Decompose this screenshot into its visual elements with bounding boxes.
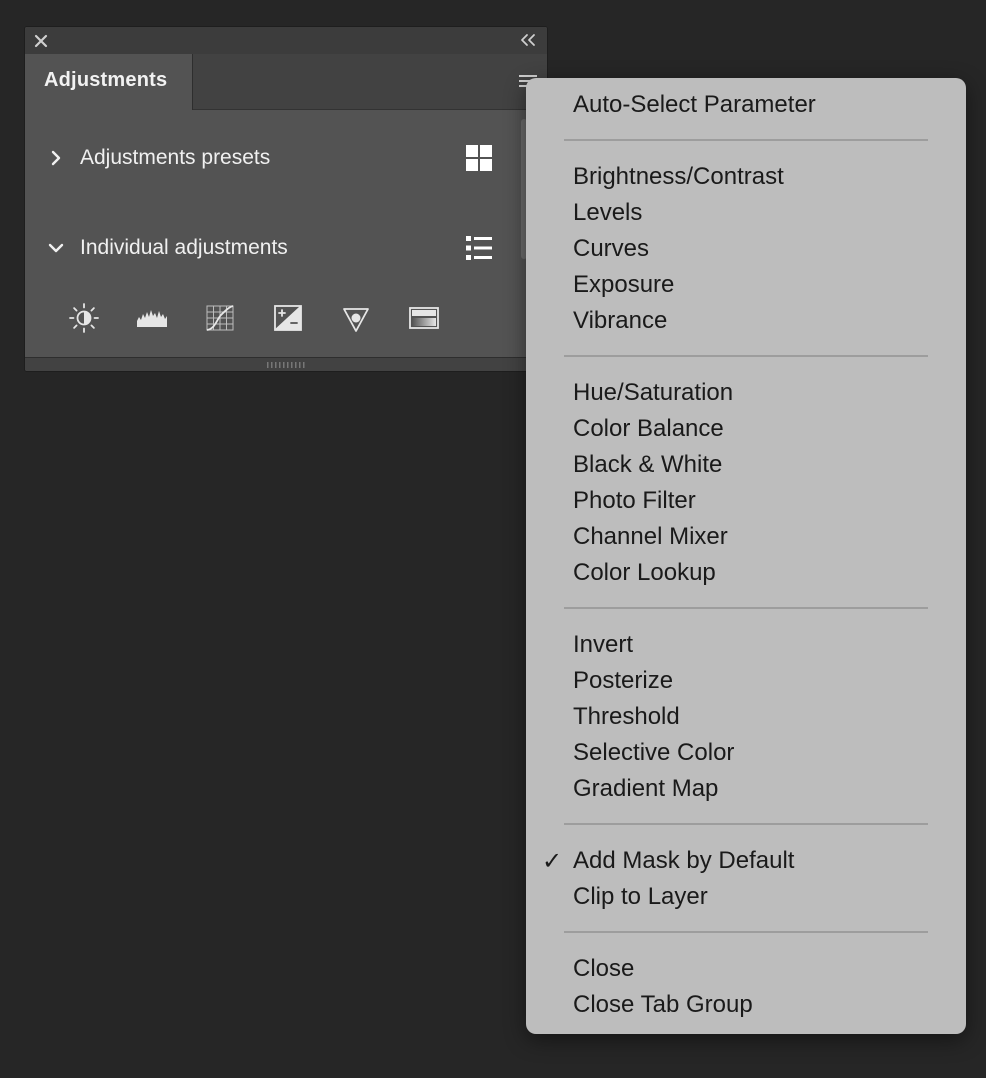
panel-resize-bar[interactable] [25,357,547,371]
menu-item-auto-select-parameter[interactable]: Auto-Select Parameter [573,87,816,123]
adjustment-icon-row [65,301,445,335]
menu-item-hue-saturation[interactable]: Hue/Saturation [573,375,733,411]
menu-item-curves[interactable]: Curves [573,231,649,267]
section-label: Adjustments presets [80,146,271,169]
section-individual-adjustments[interactable]: Individual adjustments [25,229,547,269]
menu-separator [564,355,928,357]
menu-separator [564,139,928,141]
vibrance-icon[interactable] [339,301,373,335]
menu-item-vibrance[interactable]: Vibrance [573,303,667,339]
list-view-icon[interactable] [465,234,493,262]
hue-saturation-icon[interactable] [407,301,441,335]
levels-icon[interactable] [135,301,169,335]
menu-item-gradient-map[interactable]: Gradient Map [573,771,718,807]
adjustments-panel: Adjustments Adjustments presets Individu… [24,26,548,372]
chevron-right-icon[interactable] [47,149,65,167]
menu-item-color-lookup[interactable]: Color Lookup [573,555,716,591]
menu-item-add-mask-by-default[interactable]: Add Mask by Default [573,843,794,879]
section-label: Individual adjustments [80,236,288,259]
menu-item-selective-color[interactable]: Selective Color [573,735,734,771]
menu-item-photo-filter[interactable]: Photo Filter [573,483,696,519]
checkmark-icon: ✓ [542,847,563,875]
menu-separator [564,931,928,933]
exposure-icon[interactable] [271,301,305,335]
tab-label: Adjustments [44,69,168,91]
grid-view-icon[interactable] [465,144,493,172]
menu-separator [564,607,928,609]
menu-item-channel-mixer[interactable]: Channel Mixer [573,519,728,555]
tab-adjustments[interactable]: Adjustments [25,54,193,110]
menu-item-exposure[interactable]: Exposure [573,267,674,303]
chevron-down-icon[interactable] [47,239,65,257]
menu-item-invert[interactable]: Invert [573,627,633,663]
menu-item-levels[interactable]: Levels [573,195,642,231]
menu-item-close-tab-group[interactable]: Close Tab Group [573,987,753,1023]
menu-item-clip-to-layer[interactable]: Clip to Layer [573,879,708,915]
menu-item-black-white[interactable]: Black & White [573,447,722,483]
curves-icon[interactable] [203,301,237,335]
menu-item-threshold[interactable]: Threshold [573,699,680,735]
panel-titlebar [25,27,547,54]
collapse-panel-icon[interactable] [519,33,537,47]
section-adjustments-presets[interactable]: Adjustments presets [25,139,547,179]
resize-grip-icon[interactable] [267,362,307,368]
panel-options-menu: Auto-Select Parameter Brightness/Contras… [526,78,966,1034]
brightness-contrast-icon[interactable] [67,301,101,335]
menu-item-brightness-contrast[interactable]: Brightness/Contrast [573,159,784,195]
close-icon[interactable] [34,34,48,48]
menu-item-posterize[interactable]: Posterize [573,663,673,699]
menu-separator [564,823,928,825]
tab-strip: Adjustments [25,54,547,110]
menu-item-close[interactable]: Close [573,951,634,987]
menu-item-color-balance[interactable]: Color Balance [573,411,724,447]
